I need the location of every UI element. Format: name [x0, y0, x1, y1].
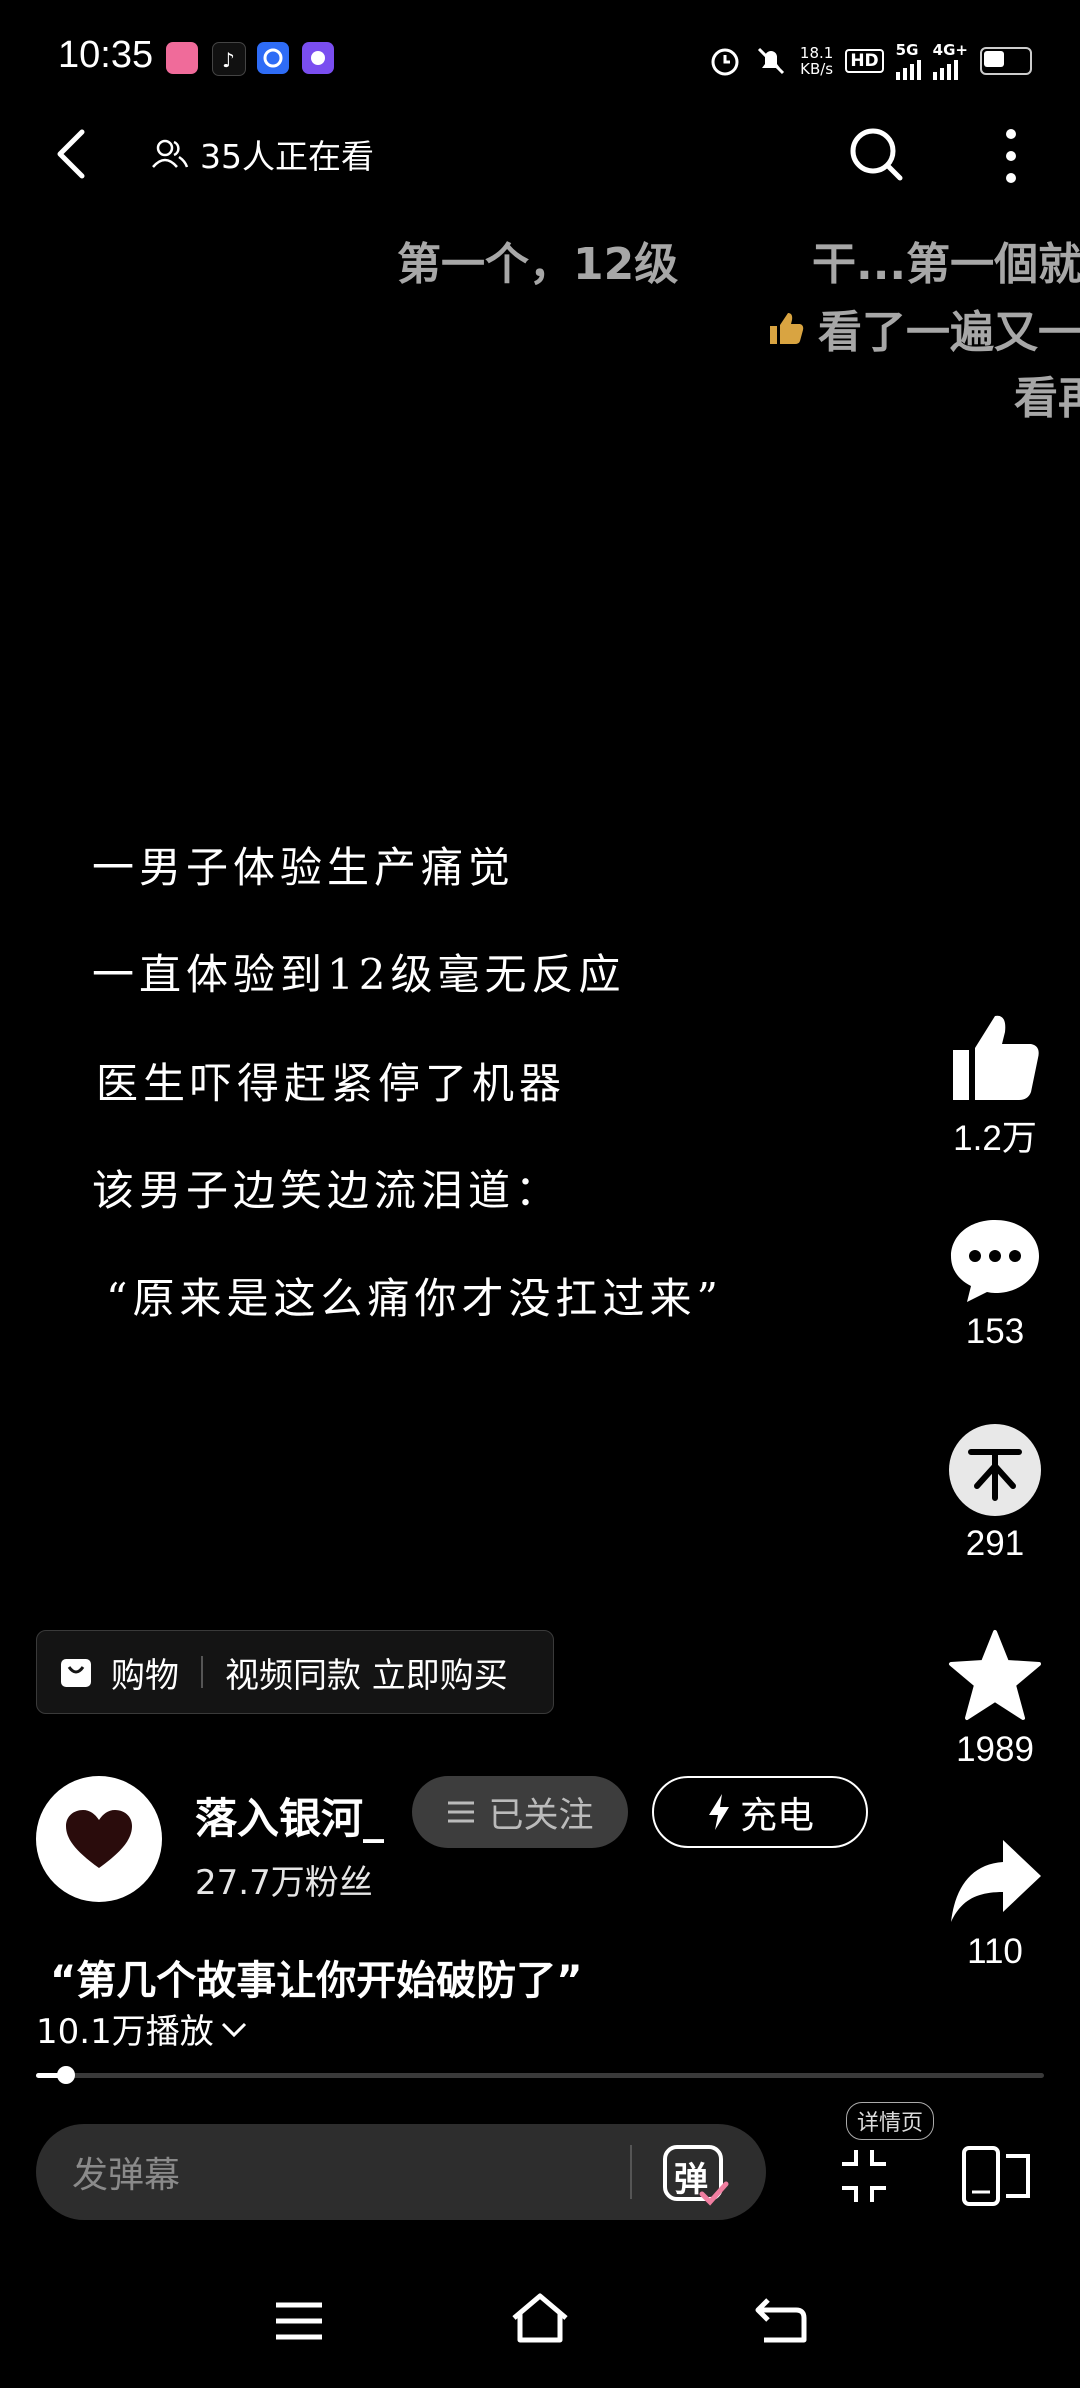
charge-button[interactable]: 充电 — [652, 1776, 868, 1848]
coin-count: 291 — [965, 1524, 1025, 1563]
bilibili-icon — [166, 42, 198, 74]
mute-icon — [757, 47, 784, 75]
menu-icon[interactable] — [274, 2300, 324, 2342]
star-icon — [949, 1630, 1041, 1720]
shopping-bag-icon — [61, 1659, 91, 1687]
coin-button[interactable]: 291 — [910, 1422, 1080, 1564]
progress-knob[interactable] — [57, 2066, 75, 2084]
search-icon[interactable] — [846, 124, 906, 184]
thumb-up-icon — [953, 1015, 1039, 1100]
danmaku-toggle-button[interactable]: 弹 — [662, 2140, 729, 2206]
share-count: 110 — [967, 1932, 1023, 1971]
net-speed: 18.1 KB/s — [799, 44, 834, 78]
viewer-count-text: 35人正在看 — [200, 137, 374, 176]
exit-fullscreen-icon[interactable] — [840, 2148, 888, 2204]
subtitle-line: 医生吓得赶紧停了机器 — [96, 1059, 567, 1108]
status-icons: 18.1 KB/s HD 5G 4G+ — [708, 36, 1032, 86]
like-count: 1.2万 — [953, 1119, 1037, 1158]
shop-label: 购物 — [111, 1655, 179, 1696]
followed-button[interactable]: 已关注 — [412, 1776, 628, 1848]
fan-count: 27.7万粉丝 — [195, 1863, 373, 1903]
app-icon — [302, 42, 334, 74]
heart-icon — [66, 1810, 132, 1868]
back-icon[interactable] — [48, 124, 94, 184]
thumb-up-icon — [770, 313, 804, 344]
viewer-count: 35人正在看 — [150, 130, 374, 178]
avatar[interactable] — [36, 1776, 162, 1902]
subtitle-line: “原来是这么痛你才没扛过来” — [106, 1274, 723, 1323]
comment-icon — [951, 1220, 1039, 1302]
divider — [201, 1656, 203, 1688]
back-nav-icon[interactable] — [754, 2294, 808, 2344]
share-icon — [951, 1840, 1041, 1922]
browser-icon — [257, 42, 289, 74]
signal-4g: 4G+ — [932, 42, 968, 80]
menu-lines-icon — [448, 1801, 475, 1823]
viewers-icon — [152, 139, 189, 168]
subtitle-line: 一直体验到12级毫无反应 — [92, 950, 626, 999]
favorite-count: 1989 — [956, 1730, 1034, 1769]
danmaku-input[interactable]: 发弹幕 弹 — [36, 2124, 766, 2220]
danmaku-item: 干...第一個就 — [812, 239, 1080, 290]
danmaku-item-liked: 看了一遍又一 — [766, 296, 1080, 360]
chevron-down-icon — [221, 2022, 246, 2037]
share-button[interactable]: 110 — [910, 1836, 1080, 1972]
signal-5g: 5G — [895, 42, 921, 80]
progress-track[interactable] — [36, 2073, 1044, 2078]
comment-button[interactable]: 153 — [910, 1216, 1080, 1352]
coin-icon — [949, 1424, 1041, 1516]
rotate-screen-icon[interactable] — [962, 2146, 1032, 2206]
tiktok-icon: ♪ — [212, 42, 246, 76]
shop-promo: 视频同款 立即购买 — [225, 1655, 508, 1696]
detail-page-tag: 详情页 — [846, 2102, 935, 2140]
status-time: 10:35 — [58, 34, 154, 76]
battery-icon — [980, 47, 1032, 75]
like-button[interactable]: 1.2万 — [910, 1008, 1080, 1161]
danmaku-placeholder: 发弹幕 — [72, 2155, 181, 2196]
danmaku-item: 第一个，12级 — [397, 239, 679, 290]
svg-text:♪: ♪ — [222, 48, 235, 72]
author-name[interactable]: 落入银河_ — [195, 1785, 384, 1846]
video-title: “第几个故事让你开始破防了” — [50, 1958, 583, 2004]
divider — [630, 2145, 632, 2199]
favorite-button[interactable]: 1989 — [910, 1628, 1080, 1770]
subtitle-line: 一男子体验生产痛觉 — [92, 843, 516, 892]
play-count[interactable]: 10.1万播放 — [36, 2004, 248, 2053]
hd-icon: HD — [845, 49, 884, 73]
home-icon[interactable] — [510, 2292, 570, 2344]
subtitle-line: 该男子边笑边流泪道： — [92, 1166, 563, 1215]
alarm-icon — [711, 48, 739, 76]
shop-banner[interactable]: 购物 视频同款 立即购买 — [36, 1630, 554, 1714]
lightning-icon — [709, 1794, 729, 1830]
comment-count: 153 — [965, 1312, 1025, 1351]
danmaku-item: 看再 — [1014, 373, 1080, 424]
more-icon[interactable] — [996, 124, 1026, 188]
